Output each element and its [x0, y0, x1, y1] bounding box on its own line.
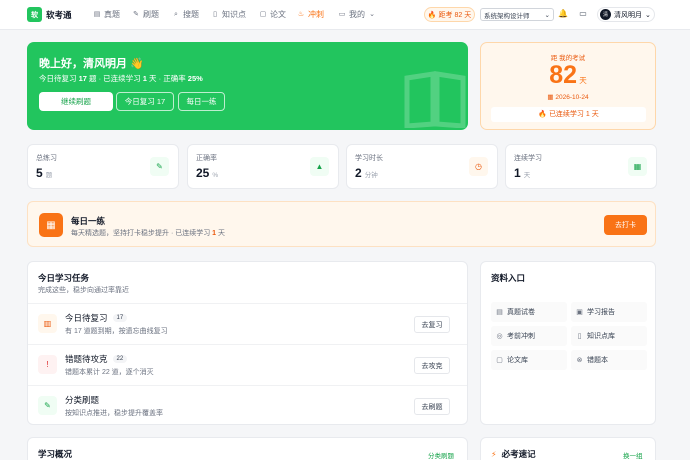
stat-card-total: 总练习 5题 ✎ — [27, 144, 179, 189]
go-tackle-button[interactable]: 去攻克 — [414, 357, 450, 374]
document-icon: ▤ — [496, 309, 503, 316]
daily-subtitle: 每天精选题，坚持打卡稳步提升 · 已连续学习 1 天 — [71, 230, 226, 237]
overview-title: 学习概况 — [38, 449, 73, 459]
stat-card-streak: 连续学习 1天 ▦ — [505, 144, 657, 189]
greeting: 晚上好，清风明月 👋 — [39, 58, 144, 70]
alert-icon: ! — [38, 355, 57, 374]
resource-exam-papers[interactable]: ▤ 真题试卷 — [491, 302, 567, 322]
nav-item-knowledge[interactable]: ▯ 知识点 — [211, 9, 246, 20]
pen-icon: ✎ — [133, 10, 139, 18]
nav-item-exam-papers[interactable]: ▤ 真题 — [93, 9, 120, 20]
resource-knowledge-base[interactable]: ▯ 知识点库 — [571, 326, 647, 346]
category-practice-link[interactable]: 分类刷题 — [428, 450, 454, 460]
go-practice-button[interactable]: 去刷题 — [414, 398, 450, 415]
task-row-review: ▥ 今日待复习 17 有 17 道题到期，按遗忘曲线复习 去复习 — [28, 303, 467, 344]
exam-date: ▦ 2026-10-24 — [547, 94, 589, 101]
memorize-title: 必考速记 — [501, 449, 536, 459]
stat-card-study-time: 学习时长 2 分钟 ◷ — [346, 144, 498, 189]
daily-title: 每日一练 — [71, 216, 106, 226]
go-review-button[interactable]: 去复习 — [414, 316, 450, 333]
lightning-icon: ⚡ — [491, 449, 497, 459]
resources-title: 资料入口 — [491, 273, 526, 283]
briefcase-icon: ▭ — [338, 10, 346, 18]
daily-practice-banner: ▦ 每日一练 每天精选题，坚持打卡稳步提升 · 已连续学习 1 天 去打卡 — [27, 201, 656, 247]
nav-item-essays[interactable]: ▢ 论文 — [259, 9, 286, 20]
check-in-button[interactable]: 去打卡 — [604, 215, 647, 235]
target-icon: ◎ — [496, 333, 503, 340]
top-nav: 软 软考通 ▤ 真题 ✎ 刷题 ⌕ 搜题 ▯ 知识点 ▢ 论文 ♨ 冲刺 ▭ 我的 ⌄ 🔥 距… — [0, 0, 690, 30]
calendar-icon: ▦ — [628, 157, 647, 176]
study-overview-card: 学习概况 分类刷题 — [27, 437, 468, 460]
countdown-days: 82 天 — [549, 61, 587, 89]
nav-item-mine[interactable]: ▭ 我的 ⌄ — [338, 9, 376, 20]
chevron-down-icon: ⌄ — [544, 11, 550, 19]
brand-name[interactable]: 软考通 — [46, 9, 72, 21]
report-icon: ▣ — [576, 309, 583, 316]
greeting-summary: 今日待复习 17 题 · 已连续学习 1 天 · 正确率 25% — [39, 74, 203, 83]
bell-icon[interactable]: 🔔 — [558, 9, 568, 19]
book-icon: ▯ — [213, 10, 217, 18]
chart-icon: ▲ — [310, 157, 329, 176]
open-book-icon — [404, 71, 466, 128]
file-icon: ▢ — [259, 10, 267, 18]
nav-item-practice[interactable]: ✎ 刷题 — [132, 9, 159, 20]
count-badge: 17 — [112, 314, 128, 322]
resource-essays[interactable]: ▢ 论文库 — [491, 350, 567, 370]
message-icon[interactable]: ▭ — [578, 9, 588, 19]
exam-type-select[interactable]: 系统架构设计师 ⌄ — [480, 8, 554, 21]
calendar-icon: ▦ — [547, 94, 554, 101]
nav-item-sprint[interactable]: ♨ 冲刺 — [297, 9, 324, 20]
calendar-icon: ▦ — [39, 213, 63, 237]
book-icon: ▥ — [38, 314, 57, 333]
clock-icon: ◷ — [469, 157, 488, 176]
book-icon: ▯ — [577, 333, 582, 340]
count-badge: 22 — [112, 355, 128, 363]
resources-card: 资料入口 ▤ 真题试卷 ▣ 学习报告 ◎ 考前冲刺 ▯ 知识点库 ▢ 论文库 ⊗ 错题本 — [480, 261, 656, 425]
flame-icon: 🔥 — [538, 111, 547, 118]
stat-card-accuracy: 正确率 25% ▲ — [187, 144, 339, 189]
exam-countdown-pill[interactable]: 🔥 距考 82 天 — [424, 7, 475, 22]
avatar: 清 — [600, 9, 611, 20]
tasks-title: 今日学习任务 — [38, 273, 90, 283]
task-row-mistakes: ! 错题待攻克 22 错题本累计 22 道，逐个消灭 去攻克 — [28, 344, 467, 385]
today-review-button[interactable]: 今日复习 17 — [116, 92, 174, 111]
chevron-down-icon: ⌄ — [369, 10, 375, 18]
resource-study-report[interactable]: ▣ 学习报告 — [571, 302, 647, 322]
search-icon: ⌕ — [174, 10, 178, 18]
welcome-banner: 晚上好，清风明月 👋 今日待复习 17 题 · 已连续学习 1 天 · 正确率 … — [27, 42, 468, 130]
flame-icon: 🔥 — [427, 11, 437, 19]
nav-item-search[interactable]: ⌕ 搜题 — [172, 9, 199, 20]
exam-countdown-card: 距 我的考试 82 天 ▦ 2026-10-24 🔥 已连续学习 1 天 — [480, 42, 656, 130]
pencil-icon: ✎ — [150, 157, 169, 176]
x-circle-icon: ⊗ — [576, 357, 583, 364]
streak-badge: 🔥 已连续学习 1 天 — [491, 107, 646, 122]
daily-practice-button[interactable]: 每日一练 — [178, 92, 225, 111]
must-memorize-card: ⚡ 必考速记 换一组 — [480, 437, 656, 460]
flame-icon: ♨ — [297, 10, 305, 18]
pencil-icon: ✎ — [38, 396, 57, 415]
chevron-down-icon: ⌄ — [645, 11, 651, 19]
resource-sprint[interactable]: ◎ 考前冲刺 — [491, 326, 567, 346]
today-tasks-card: 今日学习任务 完成这些，稳步向通过率靠近 ▥ 今日待复习 17 有 17 道题到… — [27, 261, 468, 425]
logo-icon[interactable]: 软 — [27, 7, 42, 22]
continue-practice-button[interactable]: 继续刷题 — [39, 92, 113, 111]
document-icon: ▤ — [93, 10, 101, 18]
resource-mistake-book[interactable]: ⊗ 错题本 — [571, 350, 647, 370]
task-row-category: ✎ 分类刷题 按知识点推进，稳步提升覆盖率 去刷题 — [28, 385, 467, 424]
file-icon: ▢ — [496, 357, 503, 364]
shuffle-link[interactable]: 换一组 — [623, 450, 643, 460]
user-menu[interactable]: 清 清风明月 ⌄ — [597, 7, 655, 22]
tasks-subtitle: 完成这些，稳步向通过率靠近 — [38, 287, 129, 294]
